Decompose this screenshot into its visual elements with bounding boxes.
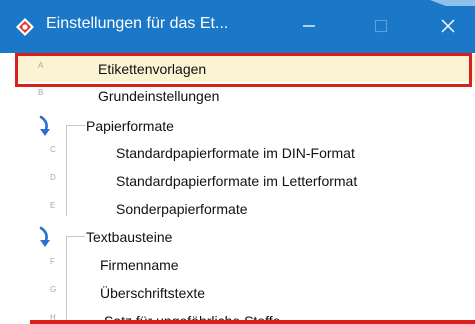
close-icon <box>441 19 455 33</box>
item-label: Grundeinstellungen <box>98 88 220 104</box>
diamond-app-icon <box>16 18 34 36</box>
item-label: Überschriftstexte <box>100 285 206 301</box>
expand-arrow-icon <box>39 226 50 247</box>
settings-window: Einstellungen für das Et... A Etikettenv… <box>0 0 475 324</box>
group-textbausteine[interactable]: Textbausteine <box>16 223 475 324</box>
item-key: G <box>50 285 57 294</box>
group-papierformate[interactable]: Papierformate <box>16 112 475 216</box>
minimize-icon <box>303 25 315 27</box>
window-corner-accent <box>430 0 475 6</box>
window-title: Einstellungen für das Et... <box>46 15 229 32</box>
item-label: Standardpapierformate im DIN-Format <box>116 145 355 161</box>
expand-arrow-icon <box>39 115 50 136</box>
list-item-etikettenvorlagen[interactable]: A Etikettenvorlagen <box>16 55 475 82</box>
settings-tree-list: A Etikettenvorlagen B Grundeinstellungen… <box>16 53 475 324</box>
close-button[interactable] <box>428 9 468 43</box>
minimize-button[interactable] <box>289 9 329 43</box>
item-key: C <box>50 145 56 154</box>
item-label: Sonderpapierformate <box>116 201 248 217</box>
item-label: Firmenname <box>100 257 179 273</box>
group-label: Textbausteine <box>86 229 173 245</box>
title-bar[interactable]: Einstellungen für das Et... <box>0 0 475 53</box>
item-label: Etikettenvorlagen <box>98 61 207 77</box>
list-item-letterformat[interactable]: D Standardpapierformate im Letterformat <box>16 167 475 194</box>
list-item-sonderpapierformate[interactable]: E Sonderpapierformate <box>16 195 475 222</box>
item-key: D <box>50 173 56 182</box>
item-key: A <box>38 61 44 70</box>
maximize-button[interactable] <box>361 9 401 43</box>
group-label: Papierformate <box>86 118 174 134</box>
list-item-ueberschriftstexte[interactable]: G Überschriftstexte <box>16 279 475 306</box>
list-item-firmenname[interactable]: F Firmenname <box>16 251 475 278</box>
item-key: F <box>50 257 55 266</box>
item-key: E <box>50 201 56 210</box>
list-item-grundeinstellungen[interactable]: B Grundeinstellungen <box>16 82 475 109</box>
list-item-din-format[interactable]: C Standardpapierformate im DIN-Format <box>16 139 475 166</box>
highlight-frame-bottom <box>30 320 475 324</box>
item-key: B <box>38 88 44 97</box>
item-label: Standardpapierformate im Letterformat <box>116 173 358 189</box>
maximize-icon <box>374 19 388 33</box>
